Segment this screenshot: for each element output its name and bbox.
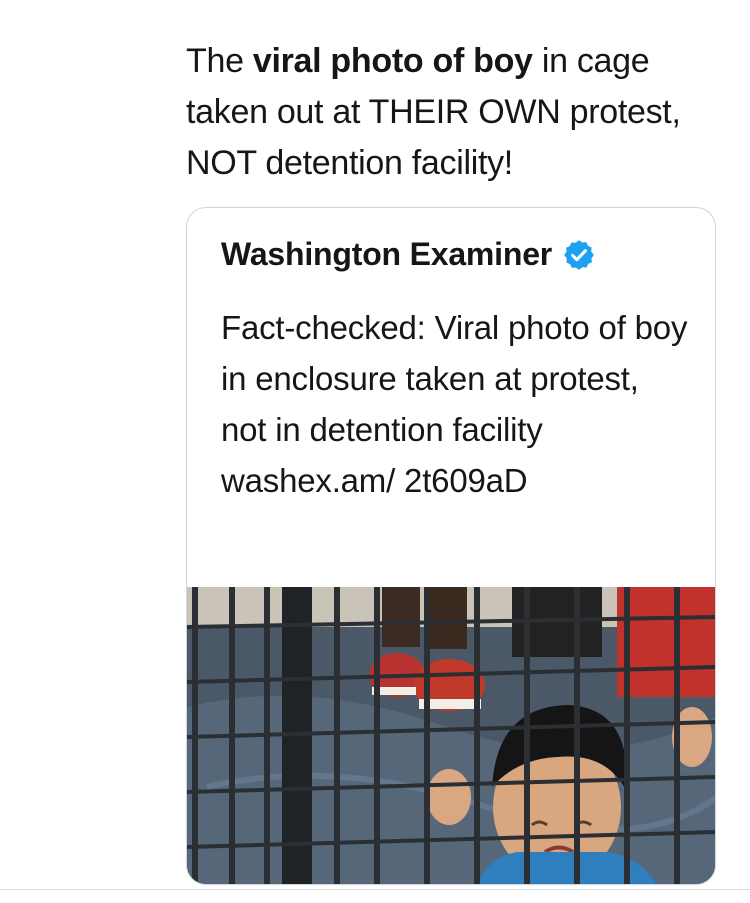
tweet-text: The viral photo of boy in cage taken out… <box>186 36 726 189</box>
quoted-tweet-header: Washington Examiner <box>221 236 596 273</box>
tweet-text-bold: viral photo of boy <box>252 42 533 80</box>
bottom-divider <box>0 889 750 890</box>
photo-image <box>187 587 715 884</box>
verified-badge-icon <box>562 238 596 272</box>
quoted-tweet-text: Fact-checked: Viral photo of boy in encl… <box>221 309 688 499</box>
quoted-tweet-photo[interactable] <box>187 587 715 884</box>
quoted-tweet-card[interactable]: Washington Examiner Fact-checked: Viral … <box>186 207 716 885</box>
quoted-author-name[interactable]: Washington Examiner <box>221 236 552 273</box>
tweet-text-part1: The <box>186 42 253 80</box>
